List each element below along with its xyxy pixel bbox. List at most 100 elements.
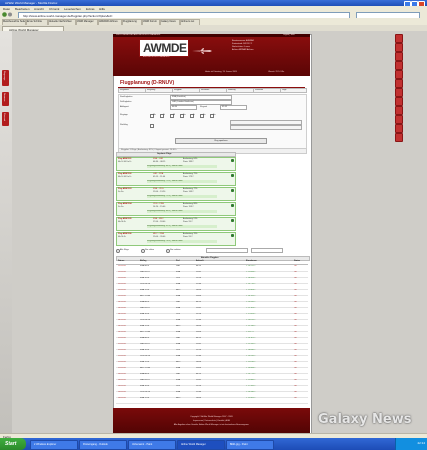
quick-menu-button[interactable]	[395, 106, 403, 115]
flight-card[interactable]: Flug AWM 503 Sa So FRA – CDG 12:00 – 13:20 A…	[116, 187, 236, 201]
schedule-cell: + 18.206 €	[246, 277, 256, 279]
schedule-cell: MUC 19:00	[140, 367, 151, 369]
departure-time-value: 06:30	[172, 106, 178, 108]
schedule-cell: FRA 12:00	[140, 385, 150, 387]
edit-flight-icon[interactable]	[231, 174, 234, 177]
tab-aircraft[interactable]: Flugzeug	[145, 88, 173, 93]
planned-flights-title: Geplante Flüge	[157, 153, 172, 155]
schedule-row[interactable]: 16.01.09 FRA 17:00 MUC 18:00 + 12.905 € OK	[116, 397, 308, 404]
schedule-cell: 20:00	[196, 367, 202, 369]
label-departure: Startflughafen	[120, 96, 133, 98]
options-select[interactable]	[230, 125, 302, 130]
flight-card[interactable]: Flug AWM 504 Sa So CDG – FRA 14:20 – 15:40 A…	[116, 202, 236, 216]
return-checkbox[interactable]	[150, 124, 154, 128]
quick-menu-button[interactable]	[395, 115, 403, 124]
flight-card[interactable]: Flug AWM 502 Mo Di Mi Do Fr LHR – FRA 09:15…	[116, 172, 236, 186]
system-tray: 22:14	[395, 438, 427, 450]
schedule-cell: 15:40	[196, 355, 202, 357]
schedule-cell: MUC	[176, 289, 181, 291]
schedule-cell: FRA	[176, 355, 180, 357]
taskbar-item[interactable]: 2 Windows Explorer	[30, 440, 78, 450]
tab-airport[interactable]: Flughafen	[118, 88, 146, 93]
tab-staff[interactable]: Personal	[253, 88, 281, 93]
tab-finance[interactable]: Finanzen	[199, 88, 227, 93]
quick-menu-button[interactable]	[395, 97, 403, 106]
quick-menu-button[interactable]	[395, 79, 403, 88]
taskbar-item-active[interactable]: Airline World Manager	[177, 440, 225, 450]
schedule-cell: 14.01.09	[118, 325, 126, 327]
edit-flight-icon[interactable]	[231, 204, 234, 207]
schedule-cell: 20:00	[196, 331, 202, 333]
schedule-cell: OK	[294, 271, 297, 273]
taskbar-item[interactable]: Bild1.jpg - Paint	[226, 440, 274, 450]
airplane-icon	[192, 48, 212, 54]
schedule-cell: MUC 19:00	[140, 331, 151, 333]
quick-menu-button[interactable]	[395, 70, 403, 79]
schedule-cell: FRA 17:00	[140, 289, 150, 291]
side-tab-finance[interactable]: Finanzen	[2, 92, 9, 106]
flight-card[interactable]: Flug AWM 506 Mo Mi Fr MUC – FRA 19:00 – 20:…	[116, 232, 236, 246]
schedule-cell: 11:00	[196, 343, 201, 345]
start-button[interactable]: Start	[0, 438, 26, 450]
save-flight-button[interactable]: Flug speichern	[175, 138, 267, 144]
tab-flightplan[interactable]: Flugplan	[172, 88, 200, 93]
schedule-cell: OK	[294, 349, 297, 351]
side-tab-staff[interactable]: Personal	[2, 112, 9, 126]
flight-price: Preis: 99 €	[183, 236, 193, 238]
side-tab-label: Finanzen	[3, 93, 5, 102]
taskbar-item-label: 2 Windows Explorer	[34, 443, 57, 446]
logout-link[interactable]: Logout | Hilfe	[283, 34, 295, 36]
flight-card[interactable]: Flug AWM 505 Mo Mi Fr FRA – MUC 17:00 – 18:…	[116, 217, 236, 231]
side-tab-aircraft[interactable]: Flugzeuge	[2, 70, 9, 86]
destination-value: LHR (London Heathrow)	[172, 101, 194, 103]
radio-label: Alle Flüge	[120, 249, 129, 251]
taskbar-item-label: Bild1.jpg - Paint	[230, 443, 248, 446]
column-header: Datum	[118, 260, 125, 262]
flight-card[interactable]: Flug AWM 501 Mo Di Mi Do Fr FRA – LHR 06:30…	[116, 157, 236, 171]
quick-menu-button[interactable]	[395, 88, 403, 97]
schedule-cell: MUC	[176, 361, 181, 363]
quick-menu-button[interactable]	[395, 61, 403, 70]
flight-footer: Flugzeugauslastung: 72% | Status: aktiv	[147, 195, 217, 198]
schedule-cell: LHR	[176, 301, 181, 303]
flight-load: Auslastung 91%	[183, 218, 198, 220]
schedule-cell: MUC	[176, 325, 181, 327]
tab-logs[interactable]: Logs	[280, 88, 307, 93]
quick-menu-button[interactable]	[395, 34, 403, 43]
quick-menu-button[interactable]	[395, 52, 403, 61]
edit-flight-icon[interactable]	[231, 219, 234, 222]
schedule-cell: 13.01.09	[118, 283, 126, 285]
flight-time-input[interactable]: 01:45	[220, 105, 247, 110]
schedule-cell: 11:00	[196, 379, 201, 381]
schedule-cell: FRA 06:30	[140, 301, 150, 303]
schedule-cell: FRA	[176, 343, 180, 345]
quick-menu-button[interactable]	[395, 43, 403, 52]
schedule-cell: + 12.905 €	[246, 397, 256, 399]
schedule-cell: 15.01.09	[118, 349, 126, 351]
filter-select[interactable]	[206, 248, 248, 253]
footer-links[interactable]: Impressum | Datenschutz | Kontakt | AGB	[113, 420, 310, 422]
flight-load: Auslastung 84%	[183, 158, 198, 160]
taskbar-item[interactable]: Unbenannt - Paint	[128, 440, 176, 450]
taskbar-item[interactable]: Posteingang - Outlook	[79, 440, 127, 450]
schedule-cell: LHR 09:15	[140, 307, 150, 309]
back-forward-icon[interactable]	[2, 12, 16, 17]
edit-flight-icon[interactable]	[231, 189, 234, 192]
schedule-cell: LHR	[176, 373, 181, 375]
departure-time-input[interactable]: 06:30	[170, 105, 197, 110]
flight-name: Flug AWM 503	[118, 188, 132, 190]
edit-flight-icon[interactable]	[231, 159, 234, 162]
flight-footer: Flugzeugauslastung: 84% | Status: aktiv	[147, 165, 217, 168]
header-user-info: Benutzername: AIRWAR Kontostand: 842.512…	[232, 40, 302, 52]
quick-menu-button[interactable]	[395, 133, 403, 142]
filter-select[interactable]	[251, 248, 283, 253]
tab-maintenance[interactable]: Wartung	[226, 88, 254, 93]
header-top-bar: WILLKOMMEN BEI AIRLINE WORLD MANAGER Log…	[113, 34, 310, 37]
site-logo[interactable]: AWMDE	[139, 39, 189, 57]
taskbar-item-label: Airline World Manager	[181, 443, 206, 446]
header-date: Heute ist Dienstag, 13. Januar 2009	[205, 71, 237, 73]
edit-flight-icon[interactable]	[231, 234, 234, 237]
schedule-cell: OK	[294, 301, 297, 303]
flight-times: 14:20 – 15:40	[153, 206, 166, 208]
quick-menu-button[interactable]	[395, 124, 403, 133]
